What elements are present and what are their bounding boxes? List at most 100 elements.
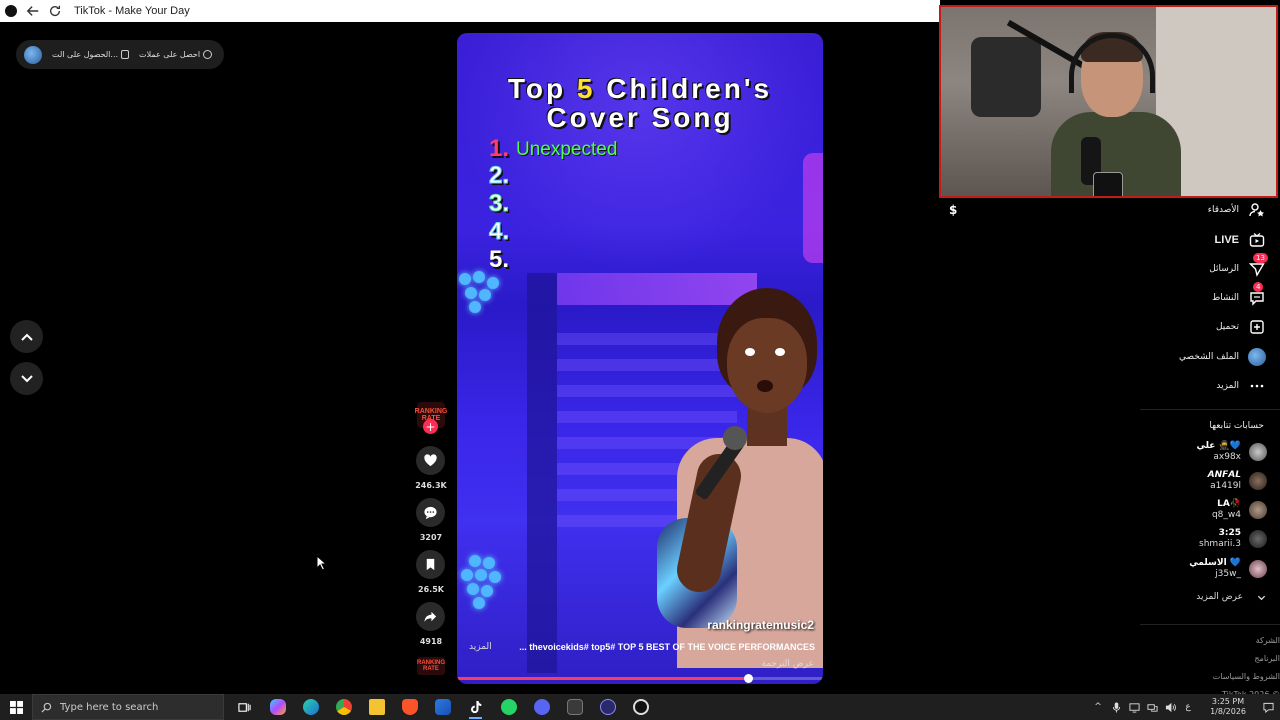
following-account[interactable]: الاسلمي 💙 j35w_ <box>1189 558 1267 580</box>
streamer-webcam <box>939 5 1278 198</box>
taskbar-edge[interactable] <box>294 694 327 720</box>
next-video-button[interactable] <box>10 362 43 395</box>
taskbar-search-box[interactable]: Type here to search <box>32 694 224 720</box>
get-app-link[interactable]: الحصول على الت... <box>52 50 130 59</box>
search-placeholder: Type here to search <box>60 701 159 713</box>
caption-more-link[interactable]: المزيد <box>469 642 492 652</box>
live-tv-icon <box>1247 230 1267 250</box>
sidebar-item-live[interactable]: LIVE <box>1215 230 1267 250</box>
like-count: 246.3K <box>415 481 447 490</box>
taskbar-clock[interactable]: 3:25 PM 1/8/2026 <box>1210 697 1246 717</box>
rank-4: 4. <box>488 218 510 246</box>
video-player[interactable]: Top 5 Children's Cover Song 1. Unexpecte… <box>457 33 823 684</box>
edge-icon <box>302 699 319 715</box>
stage-lights <box>461 555 511 609</box>
share-button[interactable] <box>416 602 445 631</box>
show-more-accounts[interactable]: عرض المزيد <box>1196 592 1266 602</box>
following-account[interactable]: 3:25 shmarii.3 <box>1199 528 1267 550</box>
taskbar-copilot[interactable] <box>261 694 294 720</box>
following-account[interactable]: LA🥀 q8_w4 <box>1212 499 1267 521</box>
language-indicator[interactable]: ع <box>1182 701 1194 713</box>
previous-video-button[interactable] <box>10 320 43 353</box>
mouse-cursor-icon <box>316 555 328 571</box>
rank-5: 5. <box>489 246 510 273</box>
tiktok-app-icon <box>0 0 22 22</box>
network-icon[interactable] <box>1146 701 1158 713</box>
whatsapp-icon <box>500 699 517 715</box>
sound-disc[interactable]: RANKING RATE <box>417 657 445 675</box>
sidebar-item-messages[interactable]: الرسائل 13 <box>1209 253 1268 279</box>
taskbar-brave[interactable] <box>393 694 426 720</box>
taskbar-media-player[interactable] <box>591 694 624 720</box>
follow-button[interactable]: + <box>423 419 438 434</box>
footer-company-link[interactable]: الشركة <box>1213 632 1280 650</box>
windows-logo-icon <box>9 700 23 714</box>
save-count: 26.5K <box>418 585 444 594</box>
rank-1: 1. <box>489 135 510 162</box>
send-icon: 13 <box>1247 253 1268 279</box>
task-view-button[interactable] <box>228 694 261 720</box>
taskbar-discord[interactable] <box>525 694 558 720</box>
chrome-icon <box>335 699 352 715</box>
refresh-icon[interactable] <box>44 0 66 22</box>
display-icon[interactable] <box>1128 701 1140 713</box>
following-accounts-header: حسابات تتابعها <box>1209 421 1264 431</box>
save-button[interactable] <box>416 550 445 579</box>
microphone-icon[interactable] <box>1110 701 1122 713</box>
get-coins-link[interactable]: احصل على عملات <box>139 50 213 59</box>
obs-icon <box>632 699 649 715</box>
mask-logo-icon <box>1093 172 1123 196</box>
user-avatar[interactable] <box>24 45 42 64</box>
taskbar-app-x[interactable] <box>558 694 591 720</box>
windows-taskbar: Type here to search ^ ع 3:25 PM 1/8/2026 <box>0 694 1280 720</box>
get-coins-label: احصل على عملات <box>139 50 201 59</box>
stage-lights <box>459 271 509 323</box>
comment-button[interactable] <box>416 498 445 527</box>
rank-2: 2. <box>488 162 510 190</box>
video-progress-bar[interactable] <box>457 674 823 683</box>
activity-chat-icon: 4 <box>1247 282 1267 308</box>
taskbar-tiktok[interactable] <box>459 694 492 720</box>
discord-icon <box>533 699 550 715</box>
volume-icon[interactable] <box>1164 701 1176 713</box>
browser-titlebar: TikTok - Make Your Day <box>0 0 940 22</box>
caption-text: ... thevoicekids# top5# TOP 5 BEST OF TH… <box>519 642 815 652</box>
coin-icon <box>203 50 213 59</box>
start-button[interactable] <box>0 694 32 720</box>
system-tray: ^ ع 3:25 PM 1/8/2026 <box>1092 694 1280 720</box>
sidebar-item-profile[interactable]: الملف الشخصي <box>1179 347 1267 367</box>
account-avatar <box>1249 530 1267 548</box>
taskbar-chrome[interactable] <box>327 694 360 720</box>
progress-fill <box>457 677 748 680</box>
sidebar-item-activity[interactable]: النشاط 4 <box>1212 282 1267 308</box>
progress-handle[interactable] <box>743 674 753 683</box>
sidebar-item-friends[interactable]: الأصدقاء <box>1208 200 1267 220</box>
like-button[interactable] <box>416 446 445 475</box>
taskbar-store[interactable] <box>426 694 459 720</box>
get-coins-chip[interactable]: الحصول على الت... احصل على عملات <box>16 40 224 69</box>
notifications-icon[interactable] <box>1262 701 1274 713</box>
chevron-up-icon[interactable]: ^ <box>1092 701 1104 713</box>
following-account[interactable]: 𝘼𝙉𝙁𝘼𝙇 a1419l <box>1208 470 1267 492</box>
sidebar-divider <box>1140 624 1280 625</box>
back-arrow-icon[interactable] <box>22 0 44 22</box>
share-arrow-icon <box>424 611 437 623</box>
footer-terms-link[interactable]: الشروط والسياسات <box>1213 668 1280 686</box>
window-title: TikTok - Make Your Day <box>74 5 190 17</box>
account-avatar <box>1249 501 1267 519</box>
tiktok-icon <box>471 700 482 713</box>
search-icon <box>41 702 52 713</box>
profile-avatar-icon <box>1247 347 1267 367</box>
following-account[interactable]: علي 🥷💙 ax98x <box>1197 441 1267 463</box>
taskbar-whatsapp[interactable] <box>492 694 525 720</box>
footer-program-link[interactable]: البرنامج <box>1213 650 1280 668</box>
brave-icon <box>401 699 418 715</box>
taskbar-file-explorer[interactable] <box>360 694 393 720</box>
coins-dollar[interactable]: $ <box>949 203 957 217</box>
phone-icon <box>121 50 130 59</box>
taskbar-obs[interactable] <box>624 694 657 720</box>
sidebar-item-upload[interactable]: تحميل <box>1216 317 1267 337</box>
sidebar-item-more[interactable]: المزيد <box>1216 376 1267 396</box>
chevron-down-icon <box>1257 595 1266 600</box>
see-translation-link[interactable]: عرض الترجمة <box>761 659 814 669</box>
